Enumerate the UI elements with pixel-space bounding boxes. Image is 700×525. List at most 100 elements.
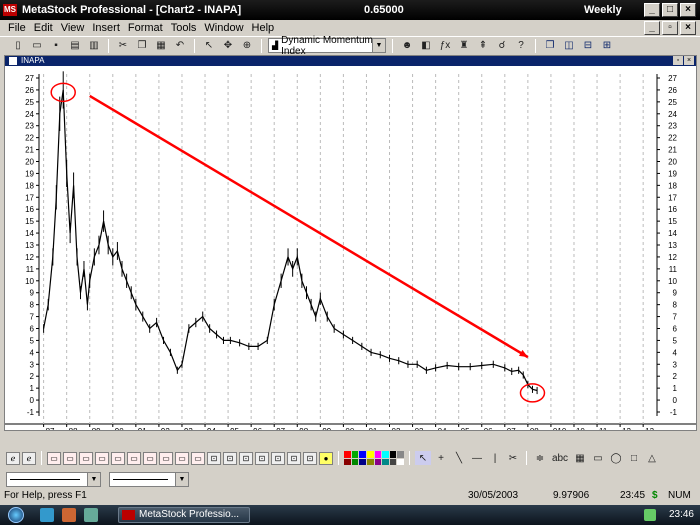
undo-icon[interactable]: ↶	[172, 39, 188, 53]
chart-restore-button[interactable]: ▫	[673, 56, 683, 65]
print-icon[interactable]: ▤	[67, 39, 83, 53]
price-chart[interactable]: -1 -10 01 12 23 34 45 56 67 78 89 910 1011 1112 1213 13…	[5, 66, 696, 430]
maximize-button[interactable]: □	[662, 3, 678, 17]
menu-file[interactable]: File	[4, 22, 30, 34]
title-bar: MS MetaStock Professional - [Chart2 - IN…	[0, 0, 700, 20]
menu-window[interactable]: Window	[200, 22, 247, 34]
y-tick-label-left: 13	[25, 241, 34, 250]
save-icon[interactable]: ▪	[48, 39, 64, 53]
object-tool-icon[interactable]: ⊡	[255, 451, 269, 465]
line-study-icon[interactable]: ▭	[111, 451, 125, 465]
y-tick-label-right: 5	[673, 336, 678, 345]
line-study-icon[interactable]: ▭	[79, 451, 93, 465]
fibonacci-icon[interactable]: ≑	[532, 451, 548, 465]
pattern-icon[interactable]: ℯ	[22, 451, 36, 465]
tile-vertical-icon[interactable]: ◫	[561, 39, 577, 53]
network-icon[interactable]	[644, 509, 656, 521]
mdi-restore-button[interactable]: ▫	[662, 21, 678, 35]
indicator-builder-icon[interactable]: ⇞	[475, 39, 491, 53]
y-tick-label-left: 3	[30, 360, 35, 369]
object-tool-icon[interactable]: ⊡	[239, 451, 253, 465]
menu-insert[interactable]: Insert	[88, 22, 124, 34]
move-icon[interactable]: ✥	[220, 39, 236, 53]
y-tick-label-right: 1	[673, 384, 678, 393]
object-tool-icon[interactable]: ⊡	[287, 451, 301, 465]
media-player-icon[interactable]	[62, 508, 76, 522]
ie-icon[interactable]	[40, 508, 54, 522]
copy-icon[interactable]: ❐	[134, 39, 150, 53]
pattern-icon[interactable]: ℯ	[6, 451, 20, 465]
object-tool-icon[interactable]: ⊡	[271, 451, 285, 465]
expert-advisor-icon[interactable]: ☻	[399, 39, 415, 53]
new-icon[interactable]: ▯	[10, 39, 26, 53]
tile-horizontal-icon[interactable]: ⊟	[580, 39, 596, 53]
line-study-icon[interactable]: ▭	[143, 451, 157, 465]
y-tick-label-left: 17	[25, 193, 34, 202]
y-tick-label-right: 16	[668, 205, 677, 214]
chart-close-button[interactable]: ×	[684, 56, 694, 65]
context-help-icon[interactable]: ?	[513, 39, 529, 53]
cut-icon[interactable]: ✂	[115, 39, 131, 53]
x-tick-label: 90	[115, 427, 124, 430]
ellipse-icon[interactable]: ◯	[608, 451, 624, 465]
color-palette[interactable]	[344, 451, 404, 465]
text-tool-icon[interactable]: abc	[550, 451, 570, 465]
line-study-icon[interactable]: ▭	[95, 451, 109, 465]
x-tick-label: 08	[530, 427, 539, 430]
start-button[interactable]	[8, 507, 24, 523]
line-study-icon[interactable]: ▭	[191, 451, 205, 465]
open-icon[interactable]: ▭	[29, 39, 45, 53]
mdi-minimize-button[interactable]: _	[644, 21, 660, 35]
zoom-icon[interactable]: ⊕	[239, 39, 255, 53]
x-tick-label: 05	[461, 427, 470, 430]
mdi-close-button[interactable]: ×	[680, 21, 696, 35]
y-tick-label-left: 2	[30, 372, 35, 381]
indicator-select[interactable]: ▟ Dynamic Momentum Index ▼	[268, 35, 386, 57]
line-study-icon[interactable]: ▭	[175, 451, 189, 465]
y-tick-label-left: 14	[25, 229, 34, 238]
grid-icon[interactable]: ▦	[572, 451, 588, 465]
y-tick-label-right: 4	[673, 348, 678, 357]
line-study-icon[interactable]: ▭	[127, 451, 141, 465]
minimize-button[interactable]: _	[644, 3, 660, 17]
horizontal-line-icon[interactable]: —	[469, 451, 485, 465]
menu-view[interactable]: View	[57, 22, 89, 34]
crosshair-icon[interactable]: +	[433, 451, 449, 465]
taskbar-item-metastock[interactable]: MetaStock Professio...	[118, 507, 250, 523]
line-style-preview	[10, 478, 80, 480]
trendline-icon[interactable]: ╲	[451, 451, 467, 465]
object-tool-icon[interactable]: ⊡	[223, 451, 237, 465]
explorer-icon[interactable]	[84, 508, 98, 522]
line-study-icon[interactable]: ▭	[63, 451, 77, 465]
tile-grid-icon[interactable]: ⊞	[599, 39, 615, 53]
print-preview-icon[interactable]: ▥	[86, 39, 102, 53]
x-tick-label: 92	[161, 427, 170, 430]
system-tester-icon[interactable]: ♜	[456, 39, 472, 53]
square-icon[interactable]: □	[626, 451, 642, 465]
formula-icon[interactable]: ƒx	[437, 39, 453, 53]
close-button[interactable]: ×	[680, 3, 696, 17]
object-tool-icon[interactable]: ⊡	[303, 451, 317, 465]
rectangle-icon[interactable]: ▭	[590, 451, 606, 465]
line-style-select[interactable]: ▼	[6, 471, 101, 487]
object-tool-icon[interactable]: ⊡	[207, 451, 221, 465]
line-study-icon[interactable]: ▭	[47, 451, 61, 465]
menu-tools[interactable]: Tools	[167, 22, 201, 34]
menu-edit[interactable]: Edit	[30, 22, 57, 34]
triangle-icon[interactable]: △	[644, 451, 660, 465]
binoculars-icon[interactable]: ☌	[494, 39, 510, 53]
symbol-tool-icon[interactable]: ●	[319, 451, 333, 465]
line-study-icon[interactable]: ▭	[159, 451, 173, 465]
menu-help[interactable]: Help	[248, 22, 279, 34]
menu-format[interactable]: Format	[124, 22, 167, 34]
vertical-line-icon[interactable]: |	[487, 451, 503, 465]
select-cursor-icon[interactable]: ↖	[415, 451, 431, 465]
y-tick-label-left: 11	[26, 265, 35, 274]
paste-icon[interactable]: ▦	[153, 39, 169, 53]
line-weight-select[interactable]: ▼	[109, 471, 189, 487]
pointer-icon[interactable]: ↖	[201, 39, 217, 53]
explorer-icon[interactable]: ◧	[418, 39, 434, 53]
scissors-icon[interactable]: ✂	[505, 451, 521, 465]
cascade-icon[interactable]: ❐	[542, 39, 558, 53]
metastock-app-icon[interactable]: MS	[3, 4, 17, 16]
